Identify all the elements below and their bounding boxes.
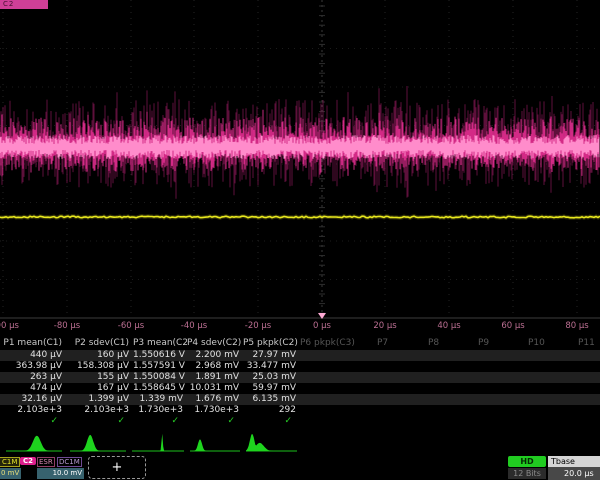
status-check-icon: ✓ [243,416,300,427]
measure-value: 1.676 mV [187,394,243,405]
parameter-histicon[interactable] [246,434,297,451]
measure-value: 474 µV [0,383,66,394]
time-axis-label: 0 µs [313,321,331,331]
measure-value: 167 µV [66,383,133,394]
measure-value: 1.339 mV [133,394,187,405]
measure-value: 25.03 mV [243,372,300,383]
measure-value: 1.730e+3 [187,405,243,416]
measure-value: 263 µV [0,372,66,383]
measure-value: 2.103e+3 [0,405,66,416]
parameter-histicon[interactable] [70,435,126,451]
bottom-bar: C1M 0 mV C2 ESR DC1M 10.0 mV + HD 12 Bit… [0,454,600,480]
measure-status-row: ✓✓✓✓✓ [0,416,600,427]
status-check-icon: ✓ [187,416,243,427]
measure-value: 160 µV [66,350,133,361]
measure-table: P1 mean(C1)P2 sdev(C1)P3 mean(C2)P4 sdev… [0,338,600,427]
histicon-row [0,430,600,454]
measure-column-header-unused[interactable]: P8 [428,338,439,348]
measure-value: 32.16 µV [0,394,66,405]
waveform-grid[interactable] [0,0,600,319]
timebase-descriptor-title[interactable]: Tbase [548,456,600,467]
measure-value: 1.399 µV [66,394,133,405]
measure-value: 2.200 mV [187,350,243,361]
time-axis: -100 µs -80 µs -60 µs -40 µs -20 µs 0 µs 20 µs… [0,319,600,333]
measure-table-row: 363.98 µV158.308 µV1.557591 V2.968 mV33.… [0,361,600,372]
c2-descriptor-value[interactable]: 10.0 mV [37,468,84,479]
measure-column-header[interactable]: P1 mean(C1) [0,338,66,350]
status-check-icon: ✓ [66,416,133,427]
measure-value: 10.031 mV [187,383,243,394]
measure-value: 1.557591 V [133,361,187,372]
measure-value: 1.730e+3 [133,405,187,416]
measure-column-header[interactable]: P4 sdev(C2) [187,338,243,350]
trace-tag: C2 [0,0,48,9]
measure-value: 1.550616 V [133,350,187,361]
c2-coupling-badge: DC1M [57,457,82,467]
measure-value: 1.550084 V [133,372,187,383]
c1-descriptor-value[interactable]: 0 mV [0,468,21,479]
measure-value: 33.477 mV [243,361,300,372]
measure-value: 6.135 mV [243,394,300,405]
measure-table-row: 2.103e+32.103e+31.730e+31.730e+3292 [0,405,600,416]
measure-value: 440 µV [0,350,66,361]
measure-value: 363.98 µV [0,361,66,372]
measure-column-header[interactable]: P2 sdev(C1) [66,338,133,350]
time-axis-label: 80 µs [565,321,588,331]
measure-value: 1.558645 V [133,383,187,394]
measure-column-header-unused[interactable]: P11 [578,338,595,348]
timebase-descriptor-value[interactable]: 20.0 µs [548,467,600,480]
time-axis-label: 20 µs [373,321,396,331]
measure-column-header-unused[interactable]: P6 pkpk(C3) [300,338,355,348]
c2-channel-badge[interactable]: C2 [20,457,36,465]
measure-value: 59.97 mV [243,383,300,394]
measure-table-row: 440 µV160 µV1.550616 V2.200 mV27.97 mV [0,350,600,361]
measure-column-header-unused[interactable]: P7 [377,338,388,348]
parameter-histicon[interactable] [6,436,62,451]
measure-value: 1.891 mV [187,372,243,383]
oscilloscope-screen: C2 -100 µs -80 µs -60 µs -40 µs -20 µs 0 µs 20… [0,0,600,480]
hd-mode-badge[interactable]: HD [508,456,546,467]
measure-column-header[interactable]: P5 pkpk(C2) [243,338,300,350]
measure-column-header-unused[interactable]: P9 [478,338,489,348]
measure-value: 2.968 mV [187,361,243,372]
time-axis-label: -80 µs [54,321,80,331]
c1-coupling-badge[interactable]: C1M [0,457,20,467]
time-axis-label: -60 µs [118,321,144,331]
time-axis-label: 40 µs [437,321,460,331]
measure-value: 27.97 mV [243,350,300,361]
measure-value: 2.103e+3 [66,405,133,416]
hd-bits-label: 12 Bits [508,468,546,479]
c2-esr-badge: ESR [37,457,55,467]
status-check-icon: ✓ [133,416,187,427]
measure-column-header[interactable]: P3 mean(C2) [133,338,187,350]
measure-column-header-unused[interactable]: P10 [528,338,545,348]
time-axis-label: 60 µs [501,321,524,331]
measure-value: 292 [243,405,300,416]
measure-table-row: 263 µV155 µV1.550084 V1.891 mV25.03 mV [0,372,600,383]
measure-table-row: 32.16 µV1.399 µV1.339 mV1.676 mV6.135 mV [0,394,600,405]
add-trace-button[interactable]: + [88,456,146,479]
time-axis-label: -100 µs [0,321,19,331]
measure-table-row: 474 µV167 µV1.558645 V10.031 mV59.97 mV [0,383,600,394]
timebase-value-text: 20.0 µs [564,467,594,480]
measure-value: 158.308 µV [66,361,133,372]
parameter-histicon[interactable] [132,434,184,451]
measure-value: 155 µV [66,372,133,383]
time-axis-label: -20 µs [245,321,271,331]
status-check-icon: ✓ [0,416,66,427]
parameter-histicon[interactable] [190,439,240,451]
time-axis-label: -40 µs [181,321,207,331]
